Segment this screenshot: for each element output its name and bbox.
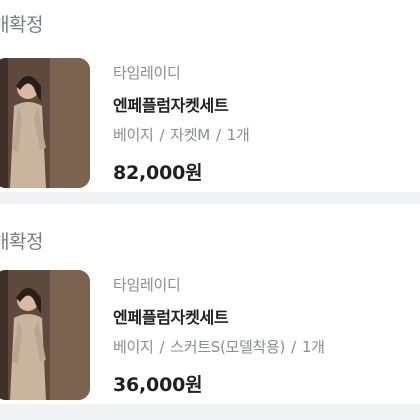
option-separator: / [159, 338, 165, 356]
option-color: 베이지 [113, 338, 154, 356]
brand-name[interactable]: 타임레이디 [113, 274, 325, 295]
order-status-label: 배확정 [0, 231, 43, 253]
section-divider [0, 192, 420, 204]
order-item-info: 타임레이디 엔페플럼자켓세트 베이지 / 자켓M / 1개 82,000원 [113, 62, 250, 185]
product-option: 베이지 / 자켓M / 1개 [113, 124, 250, 145]
option-quantity: 1개 [301, 338, 325, 356]
section-divider [0, 404, 420, 420]
brand-name[interactable]: 타임레이디 [113, 62, 249, 83]
order-item-card[interactable]: 타임레이디 엔페플럼자켓세트 베이지 / 스커트S(모델착용) / 1개 36,000원 [0, 264, 420, 414]
product-price: 82,000원 [113, 162, 203, 184]
order-item-card[interactable]: 타임레이디 엔페플럼자켓세트 베이지 / 자켓M / 1개 82,000원 [0, 52, 420, 202]
product-photo [0, 58, 90, 188]
product-photo [0, 270, 90, 400]
product-option: 베이지 / 스커트S(모델착용) / 1개 [113, 336, 325, 357]
option-item: 자켓M [170, 126, 210, 144]
option-quantity: 1개 [226, 126, 250, 144]
product-name[interactable]: 엔페플럼자켓세트 [113, 304, 325, 328]
product-name[interactable]: 엔페플럼자켓세트 [113, 92, 249, 116]
option-separator: / [159, 126, 165, 144]
option-separator: / [291, 338, 296, 356]
order-item-info: 타임레이디 엔페플럼자켓세트 베이지 / 스커트S(모델착용) / 1개 36,000원 [113, 274, 325, 397]
order-history-page: 배확정 타임레이디 엔페플럼자켓세트 베이지 / 자켓M / 1개 82,000원 [0, 0, 420, 420]
product-thumbnail[interactable] [0, 58, 90, 188]
product-thumbnail[interactable] [0, 270, 90, 400]
product-price: 36,000원 [113, 374, 203, 396]
option-separator: / [215, 126, 221, 144]
option-color: 베이지 [113, 126, 154, 144]
order-status-label: 배확정 [0, 14, 43, 36]
option-item: 스커트S(모델착용) [170, 338, 286, 356]
